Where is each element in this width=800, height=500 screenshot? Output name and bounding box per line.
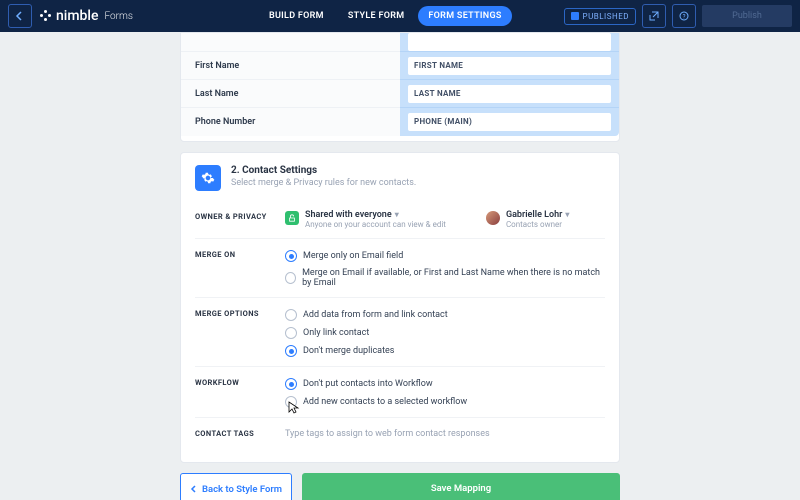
map-row-field[interactable]: PHONE (MAIN): [408, 113, 611, 131]
brand-logo: nimble Forms: [40, 8, 133, 24]
tab-form-settings[interactable]: FORM SETTINGS: [418, 6, 511, 26]
workflow-none-radio[interactable]: Don't put contacts into Workflow: [285, 378, 605, 390]
field-mapping-card: First Name FIRST NAME Last Name LAST NAM…: [180, 32, 620, 142]
radio-icon: [285, 396, 297, 408]
open-external-icon-button[interactable]: [642, 4, 666, 28]
radio-icon: [285, 327, 297, 339]
merge-options-label: MERGE OPTIONS: [195, 307, 285, 357]
map-row: [181, 33, 619, 51]
gear-icon: [195, 165, 221, 191]
map-row: Last Name LAST NAME: [181, 79, 619, 107]
map-row-field[interactable]: LAST NAME: [408, 85, 611, 103]
svg-text:?: ?: [683, 14, 686, 21]
save-mapping-button[interactable]: Save Mapping: [302, 473, 620, 500]
owner-name: Gabrielle Lohr: [506, 210, 562, 220]
merge-add-data-radio[interactable]: Add data from form and link contact: [285, 309, 605, 321]
tab-style-form[interactable]: STYLE FORM: [338, 6, 415, 26]
card-title: 2. Contact Settings: [231, 165, 416, 176]
workflow-add-radio[interactable]: Add new contacts to a selected workflow: [285, 396, 605, 408]
top-bar: nimble Forms BUILD FORM STYLE FORM FORM …: [0, 0, 800, 32]
owner-role: Contacts owner: [506, 220, 569, 229]
map-row-field[interactable]: [408, 33, 611, 51]
top-tabs: BUILD FORM STYLE FORM FORM SETTINGS: [259, 6, 512, 26]
chevron-down-icon: ▾: [395, 210, 399, 219]
privacy-selector[interactable]: Shared with everyone▾ Anyone on your acc…: [285, 210, 446, 229]
owner-selector[interactable]: Gabrielle Lohr▾ Contacts owner: [486, 210, 569, 229]
merge-on-email-radio[interactable]: Merge only on Email field: [285, 250, 605, 262]
back-to-style-button[interactable]: Back to Style Form: [180, 473, 292, 500]
workflow-label: WORKFLOW: [195, 376, 285, 408]
brand-name: nimble: [56, 8, 99, 24]
back-button-label: Back to Style Form: [202, 484, 282, 495]
logo-icon: [40, 10, 52, 22]
privacy-subtitle: Anyone on your account can view & edit: [305, 220, 446, 229]
map-row-label: [181, 33, 400, 51]
radio-icon: [285, 272, 296, 284]
published-icon: [571, 12, 579, 20]
radio-icon: [285, 345, 297, 357]
map-row-label: Last Name: [181, 79, 400, 108]
chevron-left-icon: [190, 485, 198, 493]
card-subtitle: Select merge & Privacy rules for new con…: [231, 178, 416, 188]
contact-settings-card: 2. Contact Settings Select merge & Priva…: [180, 152, 620, 463]
tags-input[interactable]: Type tags to assign to web form contact …: [285, 427, 605, 439]
back-icon-button[interactable]: [8, 4, 32, 28]
map-row-label: Phone Number: [181, 107, 400, 136]
radio-icon: [285, 250, 297, 262]
privacy-title: Shared with everyone: [305, 210, 392, 220]
map-row-field[interactable]: FIRST NAME: [408, 57, 611, 75]
tab-build-form[interactable]: BUILD FORM: [259, 6, 334, 26]
contact-tags-label: CONTACT TAGS: [195, 427, 285, 439]
brand-subtitle: Forms: [105, 11, 133, 22]
unlocked-icon: [285, 211, 299, 225]
published-status: PUBLISHED: [564, 8, 636, 25]
save-button-label: Save Mapping: [431, 483, 491, 494]
map-row: Phone Number PHONE (MAIN): [181, 107, 619, 135]
radio-icon: [285, 378, 297, 390]
published-label: PUBLISHED: [583, 12, 629, 21]
help-icon-button[interactable]: ?: [672, 4, 696, 28]
merge-dont-radio[interactable]: Don't merge duplicates: [285, 345, 605, 357]
avatar: [486, 211, 500, 225]
publish-button[interactable]: Publish: [702, 5, 792, 27]
merge-on-email-or-name-radio[interactable]: Merge on Email if available, or First an…: [285, 268, 605, 288]
map-row-label: First Name: [181, 51, 400, 80]
owner-privacy-label: OWNER & PRIVACY: [195, 210, 285, 229]
merge-on-label: MERGE ON: [195, 248, 285, 288]
radio-icon: [285, 309, 297, 321]
chevron-down-icon: ▾: [565, 210, 569, 219]
map-row: First Name FIRST NAME: [181, 51, 619, 79]
merge-link-only-radio[interactable]: Only link contact: [285, 327, 605, 339]
